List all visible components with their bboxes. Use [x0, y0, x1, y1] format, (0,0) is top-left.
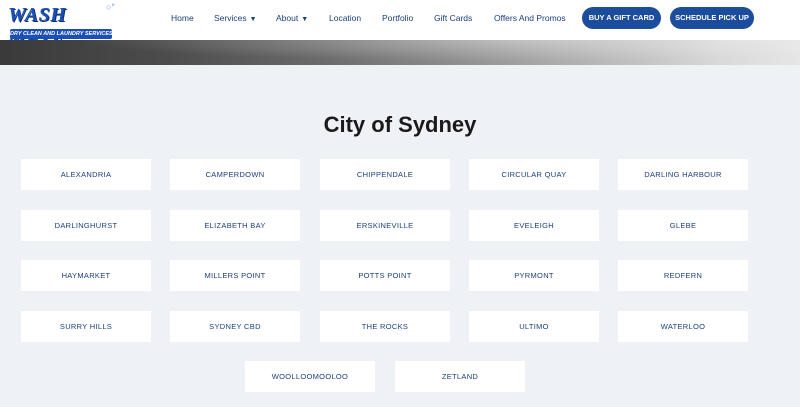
suburb-card[interactable]: ALEXANDRIA	[21, 159, 151, 190]
suburb-card[interactable]: CHIPPENDALE	[320, 159, 450, 190]
suburb-card[interactable]: CIRCULAR QUAY	[469, 159, 599, 190]
suburb-card[interactable]: WOOLLOOMOOLOO	[245, 361, 375, 392]
suburb-card[interactable]: EVELEIGH	[469, 210, 599, 241]
suburb-card[interactable]: THE ROCKS	[320, 311, 450, 342]
suburb-card[interactable]: DARLINGHURST	[21, 210, 151, 241]
suburb-card[interactable]: DARLING HARBOUR	[618, 159, 748, 190]
suburb-card[interactable]: ULTIMO	[469, 311, 599, 342]
suburb-card[interactable]: ELIZABETH BAY	[170, 210, 300, 241]
suburb-card[interactable]: POTTS POINT	[320, 260, 450, 291]
suburb-grid: ALEXANDRIA CAMPERDOWN CHIPPENDALE CIRCUL…	[0, 0, 800, 407]
suburb-card[interactable]: ERSKINEVILLE	[320, 210, 450, 241]
suburb-card[interactable]: REDFERN	[618, 260, 748, 291]
suburb-card[interactable]: GLEBE	[618, 210, 748, 241]
suburb-card[interactable]: ZETLAND	[395, 361, 525, 392]
suburb-card[interactable]: WATERLOO	[618, 311, 748, 342]
suburb-card[interactable]: HAYMARKET	[21, 260, 151, 291]
suburb-card[interactable]: MILLERS POINT	[170, 260, 300, 291]
suburb-card[interactable]: SURRY HILLS	[21, 311, 151, 342]
suburb-card[interactable]: SYDNEY CBD	[170, 311, 300, 342]
suburb-card[interactable]: CAMPERDOWN	[170, 159, 300, 190]
suburb-card[interactable]: PYRMONT	[469, 260, 599, 291]
